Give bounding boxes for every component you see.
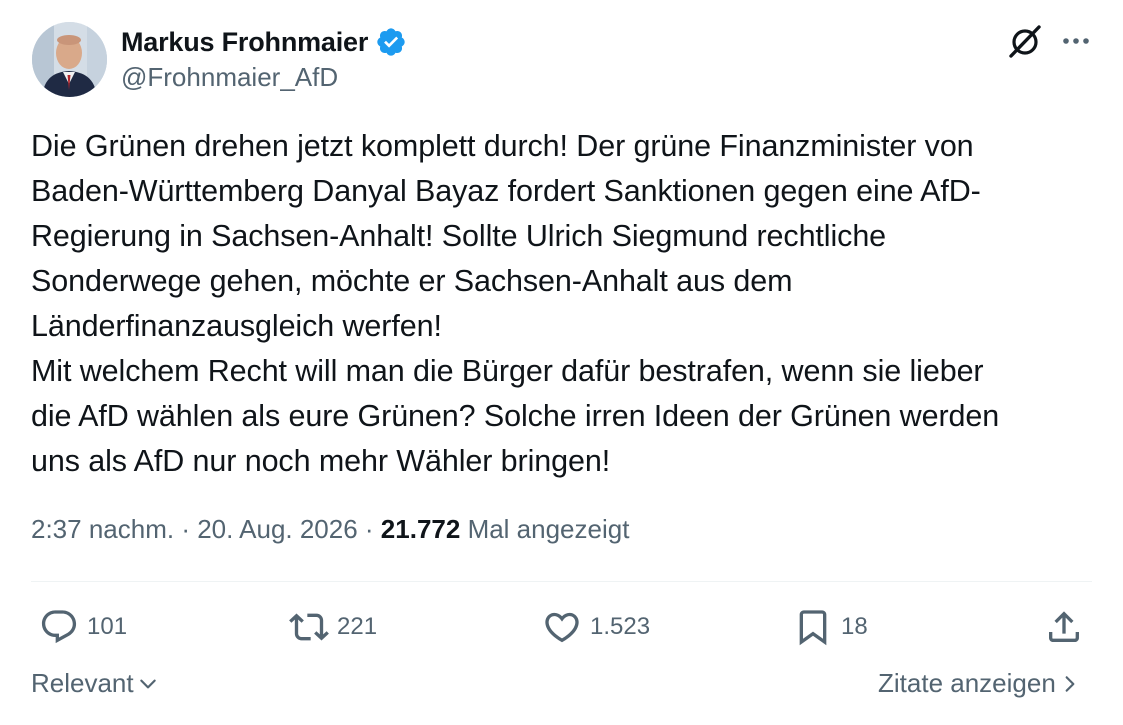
share-button[interactable]: [1044, 605, 1084, 649]
tweet-date[interactable]: 20. Aug. 2026: [197, 514, 357, 544]
divider: [31, 581, 1092, 582]
sort-label: Relevant: [31, 668, 134, 698]
reply-button[interactable]: 101: [39, 605, 127, 649]
retweet-button[interactable]: 221: [289, 605, 377, 649]
reply-count: 101: [87, 613, 128, 640]
retweet-icon: [289, 613, 329, 641]
author-handle[interactable]: @Frohnmaier_AfD: [121, 62, 338, 93]
verified-badge-icon[interactable]: [375, 26, 407, 58]
tweet-text: Die Grünen drehen jetzt komplett durch! …: [31, 129, 1000, 478]
tweet: Markus Frohnmaier @Frohnmaier_AfD Die Gr…: [0, 0, 1123, 725]
view-count: 21.772: [380, 514, 461, 544]
bookmark-count: 18: [841, 613, 868, 640]
bookmark-icon: [799, 610, 827, 646]
reply-icon: [41, 610, 77, 644]
avatar-photo: [32, 22, 107, 97]
chevron-right-icon: [1065, 675, 1075, 692]
view-quotes-link[interactable]: Zitate anzeigen: [878, 668, 1080, 699]
share-icon: [1049, 611, 1079, 642]
avatar[interactable]: [32, 22, 107, 97]
tweet-meta: 2:37 nachm. · 20. Aug. 2026 · 21.772 Mal…: [31, 514, 629, 545]
like-count: 1.523: [590, 613, 651, 640]
retweet-count: 221: [337, 613, 378, 640]
chevron-down-icon: [139, 679, 156, 688]
meta-separator: ·: [174, 514, 198, 544]
author-name-row: Markus Frohnmaier: [121, 24, 407, 60]
author-display-name[interactable]: Markus Frohnmaier: [121, 27, 368, 58]
meta-separator: ·: [357, 514, 381, 544]
like-button[interactable]: 1.523: [542, 605, 650, 649]
bookmark-button[interactable]: 18: [793, 605, 868, 649]
more-icon[interactable]: [1058, 26, 1094, 56]
sort-replies-dropdown[interactable]: Relevant: [31, 668, 158, 699]
view-quotes-label: Zitate anzeigen: [878, 668, 1056, 698]
tweet-time[interactable]: 2:37 nachm.: [31, 514, 174, 544]
view-count-label: Mal angezeigt: [467, 514, 630, 544]
heart-icon: [545, 612, 579, 643]
grok-icon[interactable]: [1006, 22, 1044, 60]
